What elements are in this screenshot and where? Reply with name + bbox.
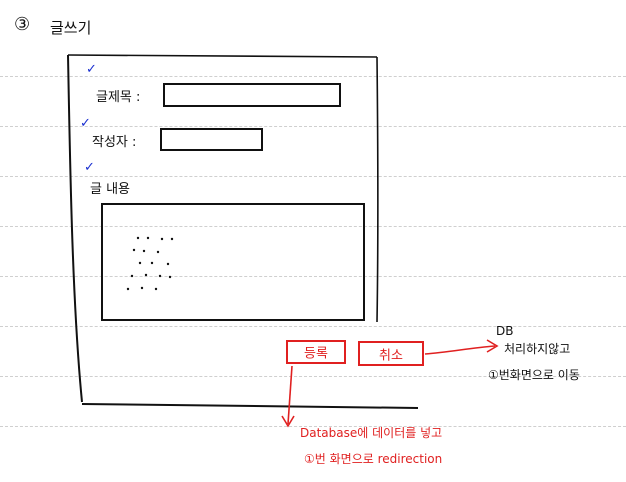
check-icon: ✓ — [80, 116, 91, 131]
form-frame-top — [67, 54, 378, 58]
cancel-arrow-line — [424, 345, 496, 355]
title-input[interactable] — [163, 83, 341, 107]
cancel-button[interactable]: 취소 — [358, 341, 424, 366]
submit-note-redirection: ①번 화면으로 redirection — [304, 452, 443, 466]
form-frame-bottom — [81, 403, 419, 409]
cancel-note-db: DB — [496, 324, 514, 338]
submit-button-label: 등록 — [304, 346, 328, 362]
check-icon: ✓ — [86, 62, 97, 77]
submit-arrow-line — [287, 365, 293, 425]
cancel-note-no-processing: 처리하지않고 — [504, 342, 571, 356]
title-label: 글제목 : — [96, 90, 141, 105]
form-frame-left — [67, 54, 83, 403]
author-input[interactable] — [160, 128, 263, 151]
submit-button[interactable]: 등록 — [286, 340, 346, 364]
author-label: 작성자 : — [92, 135, 137, 150]
content-textarea[interactable] — [101, 203, 365, 321]
submit-note-database: Database에 데이터를 넣고 — [300, 426, 443, 440]
form-frame-right — [376, 56, 379, 323]
cancel-note-move: ①번화면으로 이동 — [488, 368, 580, 382]
cancel-button-label: 취소 — [379, 348, 403, 363]
check-icon: ✓ — [84, 160, 95, 175]
content-label: 글 내용 — [90, 182, 131, 197]
